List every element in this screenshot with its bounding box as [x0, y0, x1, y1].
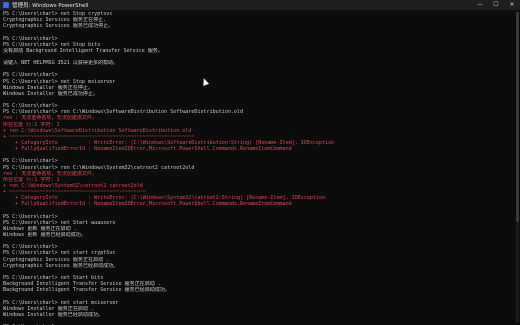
window-controls: — ☐ ✕	[472, 0, 520, 10]
vertical-scrollbar[interactable]	[516, 12, 519, 322]
terminal-output[interactable]: PS C:\Users\charl> net Stop cryptsvc Cryp…	[3, 11, 511, 325]
scroll-thumb[interactable]	[516, 12, 519, 222]
powershell-icon: ›	[3, 2, 9, 8]
title-bar[interactable]: › 管理员: Windows PowerShell — ☐ ✕	[0, 0, 520, 10]
powershell-window: › 管理员: Windows PowerShell — ☐ ✕ PS C:\Us…	[0, 0, 520, 325]
maximize-button[interactable]: ☐	[488, 0, 504, 10]
close-button[interactable]: ✕	[504, 0, 520, 10]
minimize-button[interactable]: —	[472, 0, 488, 10]
window-title: 管理员: Windows PowerShell	[12, 3, 89, 9]
